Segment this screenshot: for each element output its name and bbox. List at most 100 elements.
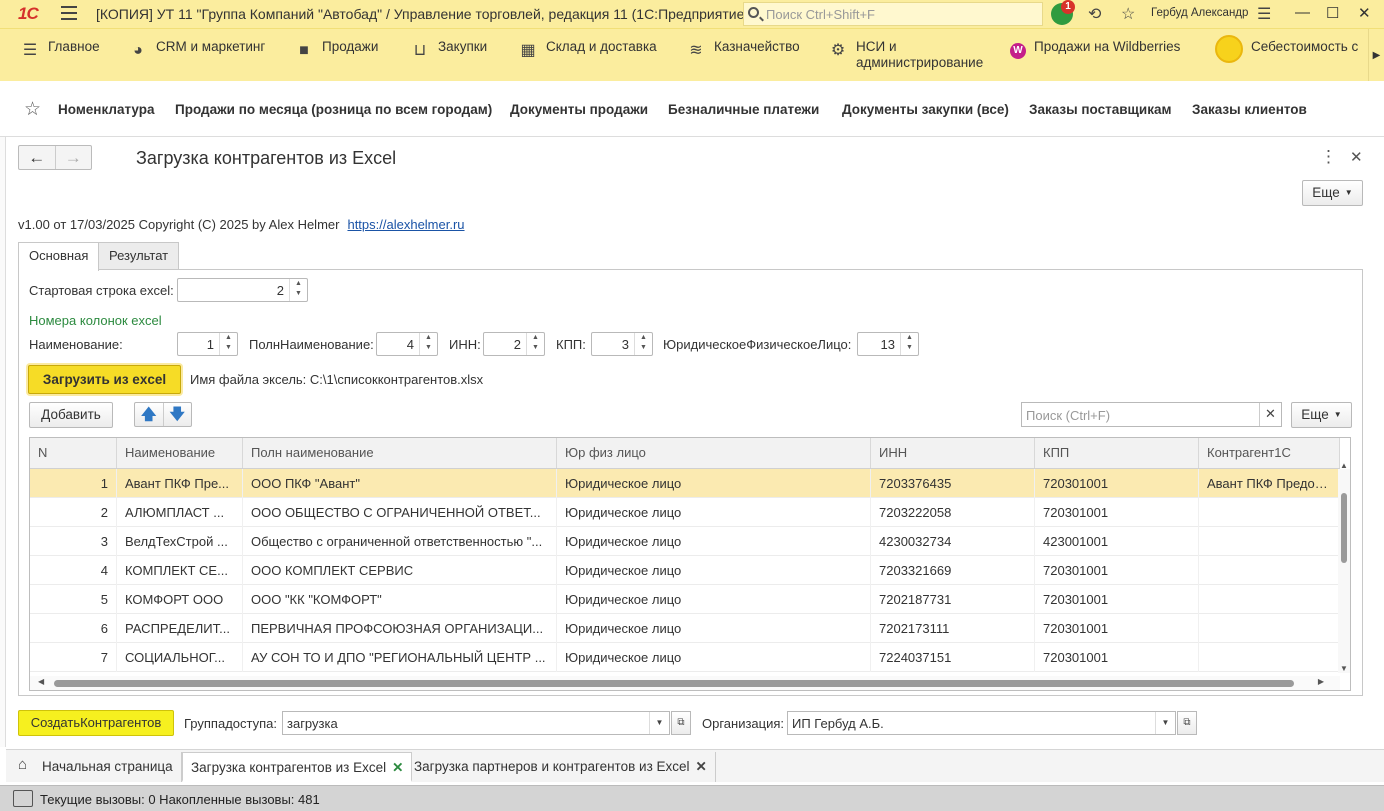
favorite-link[interactable]: Заказы поставщикам <box>1029 102 1171 117</box>
stepper-arrows-icon[interactable]: ▲ ▼ <box>634 333 652 355</box>
column-header-fullname[interactable]: Полн наименование <box>243 438 557 468</box>
close-tab-icon[interactable]: ✕ <box>392 760 403 775</box>
cell-kpp[interactable]: 720301001 <box>1035 614 1199 643</box>
table-more-button[interactable]: Еще ▼ <box>1291 402 1352 428</box>
tab-load-contractors[interactable]: Загрузка контрагентов из Excel ✕ <box>182 752 413 782</box>
open-access-group-icon[interactable]: ⧉ <box>671 711 691 735</box>
cell-n[interactable]: 4 <box>30 556 117 585</box>
cell-fullname[interactable]: ООО ОБЩЕСТВО С ОГРАНИЧЕННОЙ ОТВЕТ... <box>243 498 557 527</box>
favorite-link[interactable]: Заказы клиентов <box>1192 102 1307 117</box>
col-fullname-input[interactable]: 4 ▲ ▼ <box>376 332 438 356</box>
tab-load-partners[interactable]: Загрузка партнеров и контрагентов из Exc… <box>406 752 716 782</box>
tab-main[interactable]: Основная <box>18 242 100 271</box>
menu-item-wildberries[interactable]: W Продажи на Wildberries <box>1010 39 1180 59</box>
stepper-arrows-icon[interactable]: ▲ ▼ <box>419 333 437 355</box>
cell-legal[interactable]: Юридическое лицо <box>557 614 871 643</box>
menu-scroll-right-icon[interactable]: ▶ <box>1368 29 1384 82</box>
cell-n[interactable]: 2 <box>30 498 117 527</box>
clear-search-icon[interactable]: ✕ <box>1259 403 1281 426</box>
stepper-arrows-icon[interactable]: ▲ ▼ <box>289 279 307 301</box>
cell-n[interactable]: 1 <box>30 469 117 498</box>
back-arrow-icon[interactable]: ← <box>19 146 55 169</box>
cell-n[interactable]: 7 <box>30 643 117 672</box>
author-link[interactable]: https://alexhelmer.ru <box>347 217 464 232</box>
favorites-star-icon[interactable]: ☆ <box>24 98 41 121</box>
cell-legal[interactable]: Юридическое лицо <box>557 469 871 498</box>
cell-kpp[interactable]: 720301001 <box>1035 469 1199 498</box>
cell-legal[interactable]: Юридическое лицо <box>557 643 871 672</box>
stepper-arrows-icon[interactable]: ▲ ▼ <box>900 333 918 355</box>
favorite-link[interactable]: Безналичные платежи <box>668 102 819 117</box>
table-row[interactable]: 5 КОМФОРТ ООО ООО "КК "КОМФОРТ" Юридическое… <box>30 585 1340 614</box>
cell-fullname[interactable]: ООО КОМПЛЕКТ СЕРВИС <box>243 556 557 585</box>
cell-name[interactable]: АЛЮМПЛАСТ ... <box>117 498 243 527</box>
menu-item-admin[interactable]: ⚙ НСИ и администрирование <box>828 39 986 71</box>
favorite-link[interactable]: Продажи по месяца (розница по всем город… <box>175 102 492 117</box>
star-icon[interactable]: ☆ <box>1121 4 1135 24</box>
cell-contractor1c[interactable] <box>1199 556 1340 585</box>
cell-contractor1c[interactable] <box>1199 527 1340 556</box>
cell-name[interactable]: КОМПЛЕКТ СЕ... <box>117 556 243 585</box>
move-up-icon[interactable]: 🡅 <box>135 403 163 426</box>
form-more-button[interactable]: Еще ▼ <box>1302 180 1363 206</box>
cell-inn[interactable]: 7203321669 <box>871 556 1035 585</box>
cell-fullname[interactable]: ПЕРВИЧНАЯ ПРОФСОЮЗНАЯ ОРГАНИЗАЦИ... <box>243 614 557 643</box>
cell-inn[interactable]: 7202187731 <box>871 585 1035 614</box>
menu-item-main[interactable]: ☰ Главное <box>20 39 100 59</box>
cell-n[interactable]: 6 <box>30 614 117 643</box>
stepper-arrows-icon[interactable]: ▲ ▼ <box>526 333 544 355</box>
hamburger-icon[interactable] <box>61 6 77 20</box>
table-row[interactable]: 4 КОМПЛЕКТ СЕ... ООО КОМПЛЕКТ СЕРВИС Юридич… <box>30 556 1340 585</box>
app-logo[interactable]: 1С <box>18 4 39 24</box>
organization-select[interactable]: ИП Гербуд А.Б. ▼ <box>787 711 1176 735</box>
cell-fullname[interactable]: ООО ПКФ "Авант" <box>243 469 557 498</box>
settings-list-icon[interactable]: ☰ <box>1257 4 1271 24</box>
col-name-input[interactable]: 1 ▲ ▼ <box>177 332 238 356</box>
table-row[interactable]: 6 РАСПРЕДЕЛИТ... ПЕРВИЧНАЯ ПРОФСОЮЗНАЯ ОРГ… <box>30 614 1340 643</box>
col-legal-input[interactable]: 13 ▲ ▼ <box>857 332 919 356</box>
access-group-select[interactable]: загрузка ▼ <box>282 711 670 735</box>
windows-icon[interactable] <box>13 790 33 807</box>
cell-contractor1c[interactable] <box>1199 614 1340 643</box>
cell-name[interactable]: СОЦИАЛЬНОГ... <box>117 643 243 672</box>
column-header-n[interactable]: N <box>30 438 117 468</box>
scroll-thumb[interactable] <box>54 680 1294 687</box>
cell-fullname[interactable]: Общество с ограниченной ответственностью… <box>243 527 557 556</box>
cell-fullname[interactable]: ООО "КК "КОМФОРТ" <box>243 585 557 614</box>
table-search-input[interactable]: Поиск (Ctrl+F) ✕ <box>1021 402 1282 427</box>
cell-inn[interactable]: 4230032734 <box>871 527 1035 556</box>
maximize-icon[interactable]: ☐ <box>1326 4 1339 22</box>
cell-n[interactable]: 3 <box>30 527 117 556</box>
table-row[interactable]: 7 СОЦИАЛЬНОГ... АУ СОН ТО И ДПО "РЕГИОНАЛЬ… <box>30 643 1340 672</box>
cell-kpp[interactable]: 720301001 <box>1035 585 1199 614</box>
cell-legal[interactable]: Юридическое лицо <box>557 498 871 527</box>
cell-legal[interactable]: Юридическое лицо <box>557 527 871 556</box>
chevron-down-icon[interactable]: ▼ <box>1155 712 1175 734</box>
more-vertical-icon[interactable]: ⋮ <box>1320 147 1337 167</box>
menu-item-sales[interactable]: ■ Продажи <box>294 39 378 59</box>
horizontal-scrollbar[interactable]: ◀ ▶ <box>30 676 1340 690</box>
scroll-thumb[interactable] <box>1341 493 1347 563</box>
vertical-scrollbar[interactable]: ▲ ▼ <box>1338 461 1350 673</box>
scroll-right-icon[interactable]: ▶ <box>1318 677 1324 686</box>
column-header-inn[interactable]: ИНН <box>871 438 1035 468</box>
cell-kpp[interactable]: 720301001 <box>1035 556 1199 585</box>
cell-contractor1c[interactable]: Авант ПКФ Предопла <box>1199 469 1340 498</box>
history-icon[interactable]: ⟲ <box>1088 4 1101 24</box>
scroll-left-icon[interactable]: ◀ <box>38 677 44 686</box>
tab-home-page[interactable]: Начальная страница <box>34 752 182 782</box>
open-organization-icon[interactable]: ⧉ <box>1177 711 1197 735</box>
cell-legal[interactable]: Юридическое лицо <box>557 585 871 614</box>
move-down-icon[interactable]: 🡇 <box>162 403 192 426</box>
favorite-link[interactable]: Номенклатура <box>58 102 155 117</box>
forward-arrow-icon[interactable]: → <box>54 146 92 169</box>
menu-item-purchases[interactable]: ⊔ Закупки <box>410 39 487 59</box>
home-icon[interactable]: ⌂ <box>18 756 27 773</box>
cell-inn[interactable]: 7202173111 <box>871 614 1035 643</box>
minimize-icon[interactable]: — <box>1295 4 1310 21</box>
cell-name[interactable]: РАСПРЕДЕЛИТ... <box>117 614 243 643</box>
favorite-link[interactable]: Документы закупки (все) <box>842 102 1009 117</box>
start-row-input[interactable]: 2 ▲ ▼ <box>177 278 308 302</box>
column-header-name[interactable]: Наименование <box>117 438 243 468</box>
cell-name[interactable]: КОМФОРТ ООО <box>117 585 243 614</box>
